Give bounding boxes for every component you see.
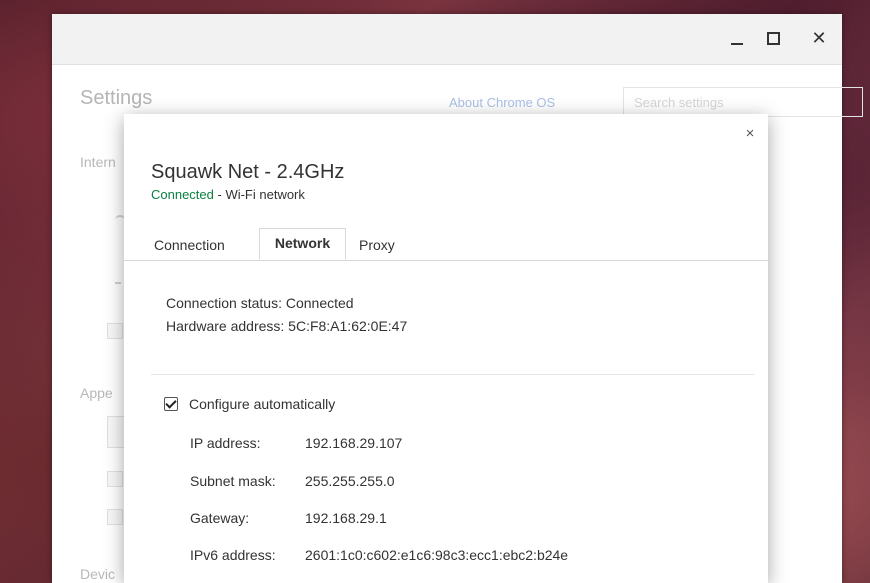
maximize-icon xyxy=(767,32,780,45)
tab-proxy[interactable]: Proxy xyxy=(359,230,409,261)
about-chrome-os-link[interactable]: About Chrome OS xyxy=(449,95,555,110)
ipv6-address-value: 2601:1c0:c602:e1c6:98c3:ecc1:ebc2:b24e xyxy=(305,547,569,563)
hardware-address-label: Hardware address: xyxy=(166,318,285,334)
ip-address-value: 192.168.29.107 xyxy=(305,435,403,451)
network-name: Squawk Net - 2.4GHz xyxy=(151,161,345,183)
gateway-value: 192.168.29.1 xyxy=(305,510,387,526)
subnet-mask-label: Subnet mask: xyxy=(190,473,276,489)
background-checkbox[interactable] xyxy=(107,323,123,339)
minimize-button[interactable] xyxy=(724,26,750,50)
section-divider xyxy=(151,374,754,375)
status-network-type: - Wi-Fi network xyxy=(213,187,305,202)
connection-status-label: Connection status: xyxy=(166,295,282,311)
subnet-mask-value: 255.255.255.0 xyxy=(305,473,395,489)
close-icon: ✕ xyxy=(811,28,827,48)
connection-status-row: Connection status: Connected xyxy=(166,295,354,311)
background-checkbox[interactable] xyxy=(107,471,123,487)
background-checkbox[interactable] xyxy=(107,509,123,525)
search-settings-input[interactable]: Search settings xyxy=(623,87,863,117)
checkmark-icon xyxy=(165,397,177,409)
ip-address-label: IP address: xyxy=(190,435,261,451)
dialog-close-button[interactable]: × xyxy=(740,124,760,144)
ipv6-address-label: IPv6 address: xyxy=(190,547,276,563)
hardware-address-row: Hardware address: 5C:F8:A1:62:0E:47 xyxy=(166,318,407,334)
maximize-button[interactable] xyxy=(760,26,786,50)
section-label-appearance: Appe xyxy=(80,385,113,401)
status-connected: Connected xyxy=(151,187,214,202)
window-titlebar[interactable]: ✕ xyxy=(52,14,842,65)
dash-icon xyxy=(115,282,121,284)
gateway-label: Gateway: xyxy=(190,510,250,526)
section-label-internet: Intern xyxy=(80,154,116,170)
settings-title: Settings xyxy=(80,87,153,109)
hardware-address-value: 5C:F8:A1:62:0E:47 xyxy=(288,318,408,334)
tab-network[interactable]: Network xyxy=(259,228,346,260)
close-icon: × xyxy=(745,125,755,142)
dialog-tabs: Connection Network Proxy xyxy=(124,228,768,261)
window-close-button[interactable]: ✕ xyxy=(806,26,832,50)
minimize-icon xyxy=(731,43,743,45)
network-status: Connected - Wi-Fi network xyxy=(151,187,305,202)
connection-status-value: Connected xyxy=(285,295,354,311)
network-details-dialog: × Squawk Net - 2.4GHz Connected - Wi-Fi … xyxy=(124,114,768,583)
configure-automatically-checkbox[interactable] xyxy=(164,397,178,411)
configure-automatically-label: Configure automatically xyxy=(189,396,336,412)
tab-connection[interactable]: Connection xyxy=(154,230,254,261)
section-label-device: Devic xyxy=(80,566,116,582)
